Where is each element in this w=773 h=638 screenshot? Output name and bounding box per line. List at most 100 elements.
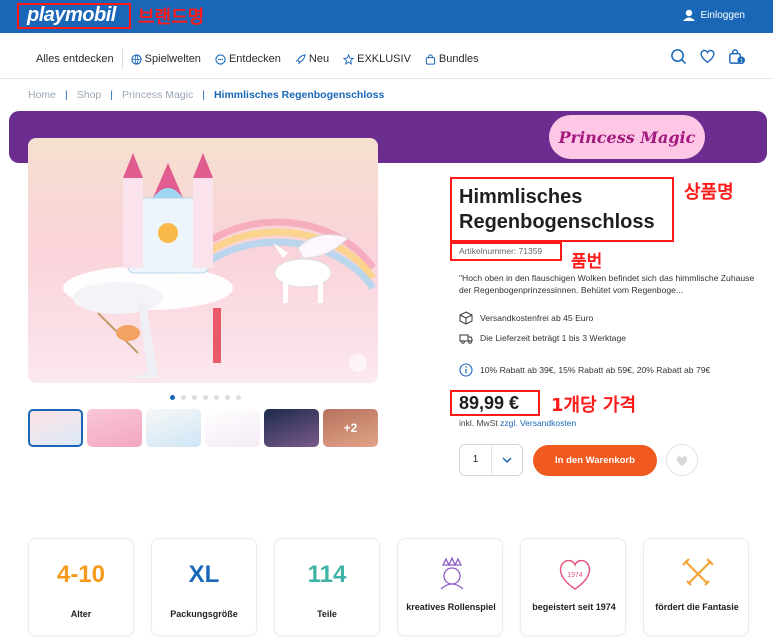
info-icon bbox=[459, 363, 473, 377]
breadcrumb-separator: | bbox=[202, 89, 205, 101]
product-description[interactable]: "Hoch oben in den flauschigen Wolken bef… bbox=[459, 272, 759, 296]
breadcrumb-shop[interactable]: Shop bbox=[77, 89, 102, 101]
main-nav: Alles entdecken Spielwelten Entdecken Ne… bbox=[0, 33, 773, 79]
truck-icon bbox=[459, 334, 473, 344]
princess-magic-logo: Princess Magic bbox=[549, 115, 705, 159]
login-button[interactable]: Einloggen bbox=[682, 9, 745, 21]
user-icon bbox=[682, 9, 695, 21]
gallery-dot[interactable] bbox=[214, 395, 219, 400]
heart-icon bbox=[676, 455, 688, 466]
chevron-down-icon bbox=[502, 457, 512, 464]
age-label: Alter bbox=[70, 609, 92, 619]
size-label: Packungsgröße bbox=[170, 609, 238, 619]
nav-neu[interactable]: Neu bbox=[295, 53, 329, 65]
discount-info: 10% Rabatt ab 39€, 15% Rabatt ab 59€, 20… bbox=[459, 363, 710, 377]
gallery-dot[interactable] bbox=[236, 395, 241, 400]
nav-entdecken[interactable]: Entdecken bbox=[215, 53, 281, 65]
gallery-dot[interactable] bbox=[170, 395, 175, 400]
thumbnail-5[interactable] bbox=[264, 409, 319, 447]
thumbnail-3[interactable] bbox=[146, 409, 201, 447]
svg-text:1974: 1974 bbox=[567, 572, 583, 579]
chat-icon bbox=[215, 53, 226, 65]
nav-spielwelten[interactable]: Spielwelten bbox=[131, 53, 201, 65]
gallery-dot[interactable] bbox=[203, 395, 208, 400]
parts-value: 114 bbox=[307, 561, 347, 588]
product-price: 89,99 € bbox=[459, 393, 520, 413]
breadcrumb-separator: | bbox=[65, 89, 68, 101]
since-label: begeistert seit 1974 bbox=[532, 602, 616, 612]
shipping-text: Versandkostenfrei ab 45 Euro bbox=[480, 313, 594, 323]
nav-label: Entdecken bbox=[228, 53, 281, 65]
nav-label: EXKLUSIV bbox=[357, 53, 411, 65]
castle-illustration bbox=[63, 153, 376, 378]
login-label: Einloggen bbox=[700, 9, 745, 21]
tax-prefix: inkl. MwSt bbox=[459, 418, 498, 428]
product-main-image[interactable] bbox=[28, 138, 378, 383]
nav-label: Neu bbox=[308, 53, 330, 65]
princess-icon bbox=[440, 556, 464, 590]
star-icon bbox=[343, 53, 355, 65]
product-name-annotation-label: 상품명 bbox=[684, 182, 734, 203]
thumbnail-1[interactable] bbox=[28, 409, 83, 447]
breadcrumb: Home | Shop | Princess Magic | Himmlisch… bbox=[28, 89, 384, 101]
wishlist-button[interactable] bbox=[666, 444, 698, 476]
rocket-icon bbox=[295, 53, 306, 64]
cart-icon[interactable]: 1 bbox=[728, 48, 745, 65]
article-number-annotation-label: 품번 bbox=[571, 252, 603, 272]
thumbnail-more[interactable]: +2 bbox=[323, 409, 378, 447]
discount-text: 10% Rabatt ab 39€, 15% Rabatt ab 59€, 20… bbox=[480, 365, 711, 375]
gallery-dot[interactable] bbox=[225, 395, 230, 400]
fantasy-label: fördert die Fantasie bbox=[655, 602, 739, 612]
article-number: Artikelnummer: 71359 bbox=[459, 246, 543, 256]
gallery-dot[interactable] bbox=[181, 395, 186, 400]
thumbnail-4[interactable] bbox=[205, 409, 260, 447]
playmobil-logo[interactable]: playmobil bbox=[27, 4, 116, 27]
breadcrumb-separator: | bbox=[110, 89, 114, 101]
globe-icon bbox=[131, 53, 142, 65]
age-value: 4-10 bbox=[56, 561, 106, 588]
delivery-text: Die Lieferzeit beträgt 1 bis 3 Werktage bbox=[480, 333, 627, 343]
delivery-info: Die Lieferzeit beträgt 1 bis 3 Werktage bbox=[459, 331, 626, 345]
breadcrumb-home[interactable]: Home bbox=[28, 89, 56, 101]
nav-exklusiv[interactable]: EXKLUSIV bbox=[343, 53, 411, 65]
swords-icon bbox=[682, 558, 714, 586]
breadcrumb-current: Himmlisches Regenbogenschloss bbox=[213, 89, 385, 101]
feature-card-age: 4-10 Alter bbox=[28, 538, 134, 636]
gallery-dots bbox=[170, 395, 241, 400]
feature-card-fantasy: fördert die Fantasie bbox=[643, 538, 749, 636]
breadcrumb-princess-magic[interactable]: Princess Magic bbox=[122, 89, 193, 101]
search-icon[interactable] bbox=[670, 48, 687, 65]
shipping-costs-link[interactable]: zzgl. Versandkosten bbox=[500, 418, 576, 428]
package-icon bbox=[459, 311, 473, 325]
nav-label: Alles entdecken bbox=[36, 53, 114, 65]
gallery-thumbnails: +2 bbox=[28, 409, 378, 447]
nav-label: Bundles bbox=[438, 53, 479, 65]
feature-card-roleplay: kreatives Rollenspiel bbox=[397, 538, 503, 636]
nav-label: Spielwelten bbox=[144, 53, 201, 65]
tax-info: inkl. MwSt zzgl. Versandkosten bbox=[459, 418, 576, 428]
top-bar: playmobil 브랜드명 Einloggen bbox=[0, 0, 773, 33]
gallery-dot[interactable] bbox=[192, 395, 197, 400]
parts-label: Teile bbox=[317, 609, 337, 619]
bag-icon bbox=[425, 53, 436, 65]
feature-card-since: 1974 begeistert seit 1974 bbox=[520, 538, 626, 636]
heart-1974-icon: 1974 bbox=[559, 559, 591, 590]
shipping-info: Versandkostenfrei ab 45 Euro bbox=[459, 311, 593, 325]
size-value: XL bbox=[188, 561, 220, 588]
quantity-value: 1 bbox=[460, 445, 492, 475]
price-annotation-label: 1개당 가격 bbox=[551, 395, 637, 416]
product-title: Himmlisches Regenbogenschloss bbox=[459, 186, 655, 233]
add-to-cart-button[interactable]: In den Warenkorb bbox=[533, 445, 657, 476]
cart-count: 1 bbox=[740, 59, 743, 65]
nav-bundles[interactable]: Bundles bbox=[425, 53, 479, 65]
thumbnail-2[interactable] bbox=[87, 409, 142, 447]
feature-card-size: XL Packungsgröße bbox=[151, 538, 257, 636]
quantity-select[interactable]: 1 bbox=[459, 444, 523, 476]
brand-annotation-label: 브랜드명 bbox=[138, 7, 205, 28]
more-images-label: +2 bbox=[343, 421, 358, 435]
roleplay-label: kreatives Rollenspiel bbox=[406, 602, 496, 612]
nav-divider bbox=[121, 49, 123, 69]
feature-card-parts: 114 Teile bbox=[274, 538, 380, 636]
nav-alles-entdecken[interactable]: Alles entdecken bbox=[36, 53, 114, 65]
heart-icon[interactable] bbox=[699, 48, 716, 65]
